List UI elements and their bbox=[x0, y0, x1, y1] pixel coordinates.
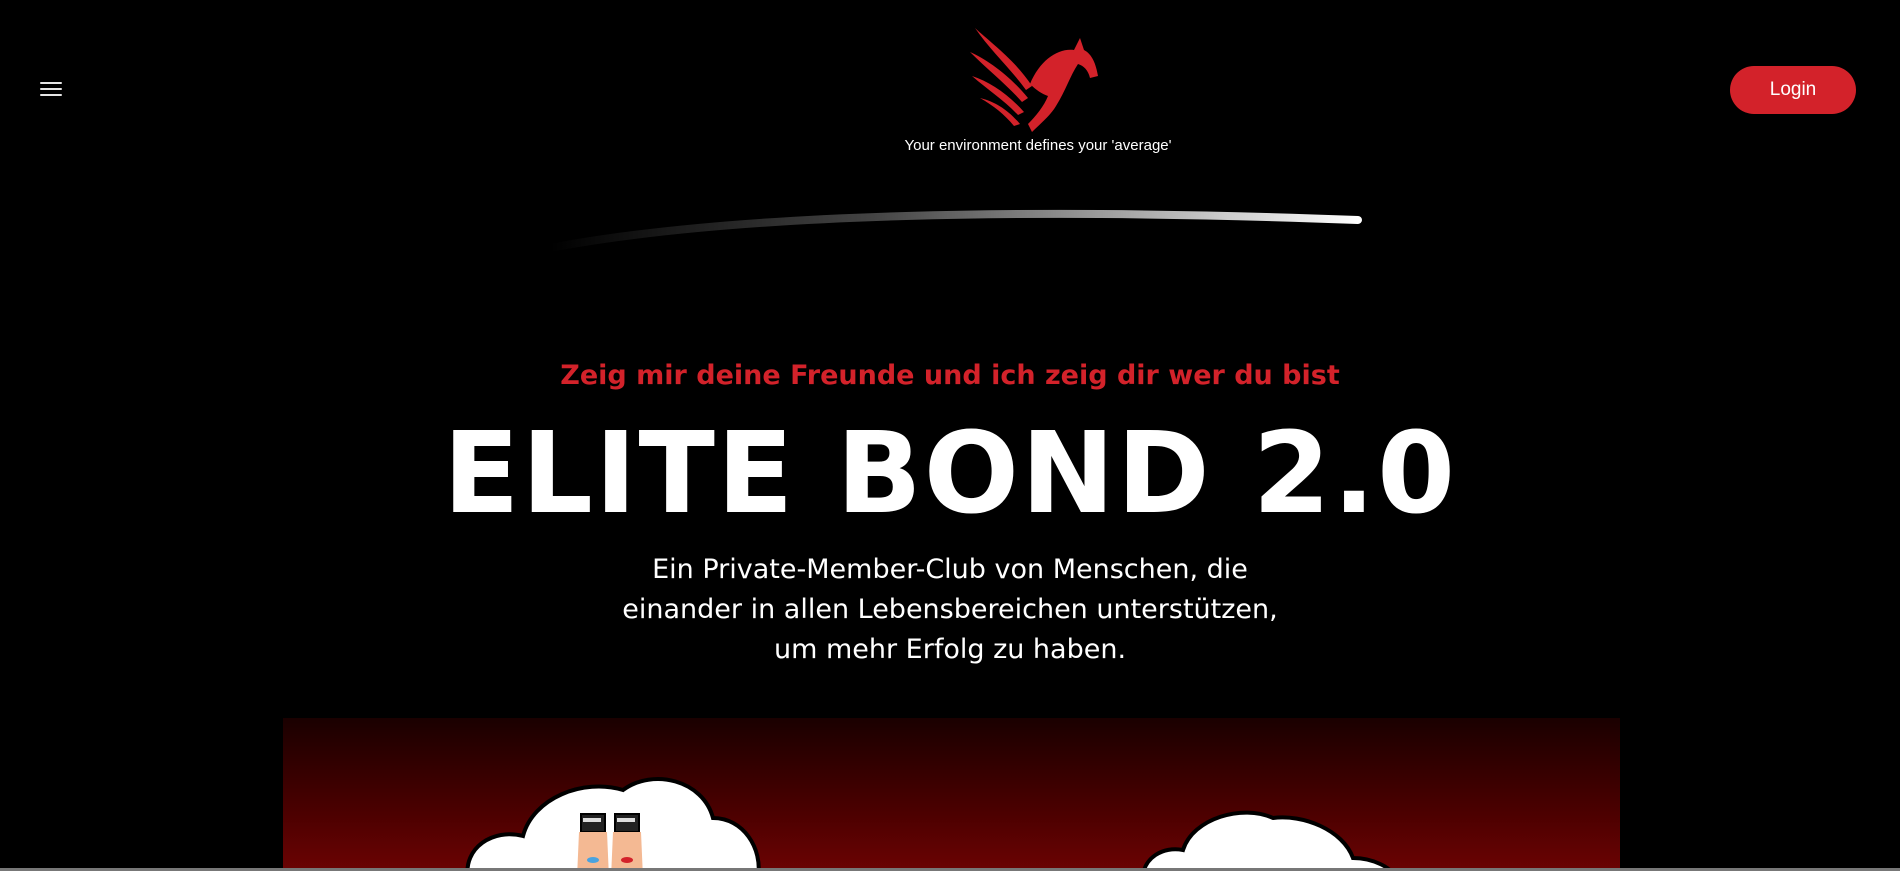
cloud-right bbox=[1141, 810, 1394, 871]
tagline: Your environment defines your 'average' bbox=[904, 137, 1172, 154]
subtitle-line-1: Ein Private-Member-Club von Menschen, di… bbox=[652, 554, 1248, 585]
pegasus-logo[interactable] bbox=[970, 20, 1100, 135]
hamburger-menu-icon[interactable] bbox=[36, 78, 66, 100]
login-button[interactable]: Login bbox=[1730, 66, 1856, 114]
swoosh-divider bbox=[546, 209, 1362, 252]
hero-subtitle: Ein Private-Member-Club von Menschen, di… bbox=[600, 550, 1300, 670]
subtitle-line-2: einander in allen Lebensbereichen unters… bbox=[622, 594, 1278, 625]
subtitle-line-3: um mehr Erfolg zu haben. bbox=[773, 634, 1127, 665]
hero-kicker: Zeig mir deine Freunde und ich zeig dir … bbox=[560, 360, 1340, 391]
hero-illustration bbox=[283, 718, 1620, 871]
hero-title: ELITE BOND 2.0 bbox=[442, 409, 1458, 539]
